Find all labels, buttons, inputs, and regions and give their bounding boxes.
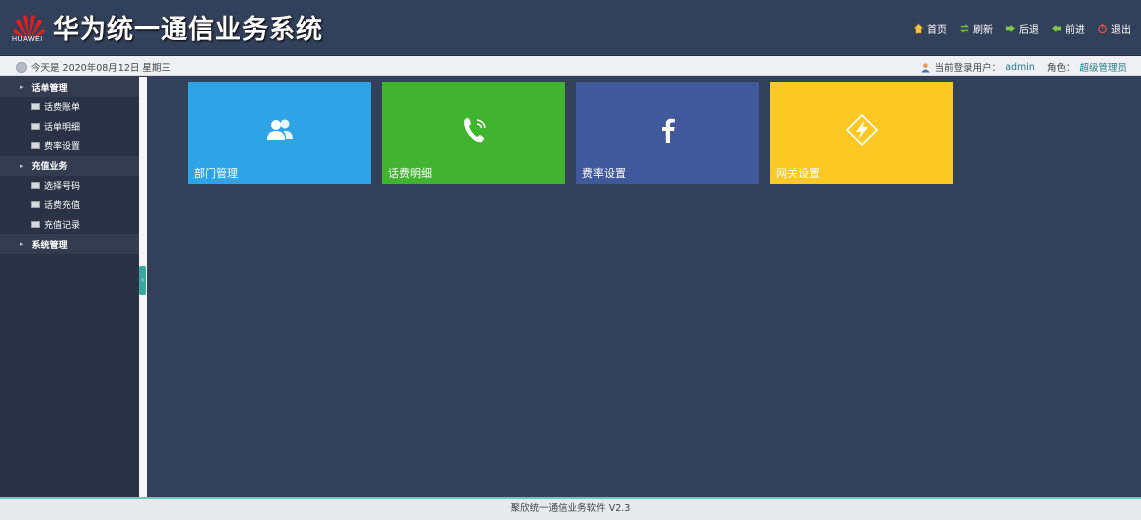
sidebar-item-bill-detail[interactable]: 话单明细 [0, 117, 139, 137]
sidebar-group-system[interactable]: ▸ 系统管理 [0, 234, 139, 254]
tile-rate-settings[interactable]: 费率设置 [576, 82, 759, 184]
user-info: 当前登录用户： admin 角色： 超级管理员 [920, 60, 1127, 74]
tile-label: 费率设置 [582, 167, 626, 180]
sidebar-group-billing[interactable]: ▸ 话单管理 [0, 77, 139, 97]
sidebar-item-topup-records[interactable]: 充值记录 [0, 215, 139, 235]
nav-refresh-label: 刷新 [973, 25, 993, 36]
role-label: 角色： [1046, 63, 1076, 74]
role-name[interactable]: 超级管理员 [1079, 60, 1127, 74]
nav-home-label: 首页 [927, 25, 947, 36]
clock-icon [16, 61, 27, 73]
forward-icon [1051, 24, 1062, 33]
sidebar-item-label: 话费账单 [44, 103, 81, 114]
sidebar-group-label: 话单管理 [31, 83, 68, 94]
nav-logout-label: 退出 [1111, 25, 1131, 36]
facebook-f-icon [662, 118, 675, 143]
users-icon [267, 119, 293, 140]
chevron-right-icon: ▸ [20, 83, 24, 91]
document-icon [31, 220, 40, 228]
refresh-icon [959, 24, 970, 33]
power-icon [1098, 23, 1107, 34]
document-icon [31, 142, 40, 150]
sidebar-item-label: 选择号码 [44, 181, 81, 192]
user-label: 当前登录用户： [934, 63, 1002, 74]
document-icon [31, 181, 40, 189]
nav-forward-button[interactable]: 前进 [1051, 21, 1085, 36]
sidebar-item-label: 话费充值 [44, 201, 81, 212]
nav-logout-button[interactable]: 退出 [1097, 21, 1131, 36]
tile-label: 网关设置 [776, 167, 820, 180]
date-display: 今天是 2020年08月12日 星期三 [16, 60, 171, 74]
top-navigation: 首页 刷新 后退 前进 退出 [913, 21, 1131, 36]
nav-back-button[interactable]: 后退 [1005, 21, 1039, 36]
sidebar-item-label: 话单明细 [44, 122, 81, 133]
chevron-right-icon: ▸ [20, 240, 24, 248]
app-header: HUAWEI 华为统一通信业务系统 首页 刷新 后退 前进 退出 [0, 0, 1141, 56]
sidebar-group-label: 系统管理 [31, 240, 68, 251]
app-title: 华为统一通信业务系统 [53, 15, 324, 45]
back-icon [1005, 24, 1016, 33]
footer: 聚欣统一通信业务软件 V2.3 [0, 497, 1141, 520]
tile-call-charge-detail[interactable]: 话费明细 [382, 82, 565, 184]
footer-text: 聚欣统一通信业务软件 V2.3 [510, 503, 631, 514]
logo-text: HUAWEI [12, 36, 43, 43]
document-icon [31, 122, 40, 130]
tile-label: 部门管理 [194, 167, 238, 180]
nav-home-button[interactable]: 首页 [913, 21, 947, 36]
tile-department-management[interactable]: 部门管理 [188, 82, 371, 184]
sidebar-item-label: 充值记录 [44, 220, 81, 231]
document-icon [31, 201, 40, 209]
home-icon [913, 23, 924, 34]
nav-forward-label: 前进 [1065, 25, 1085, 36]
nav-refresh-button[interactable]: 刷新 [959, 21, 993, 36]
tile-gateway-settings[interactable]: 网关设置 [770, 82, 953, 184]
chevron-right-icon: ▸ [20, 161, 24, 170]
sidebar-group-recharge[interactable]: ▸ 充值业务 [0, 155, 139, 176]
user-name[interactable]: admin [1005, 62, 1035, 73]
sidebar: ▸ 话单管理 话费账单 话单明细 费率设置 ▸ 充值业务 选择号码 话费充值 充… [0, 77, 139, 497]
phone-icon [464, 118, 486, 143]
nav-back-label: 后退 [1019, 25, 1039, 36]
sidebar-item-bill[interactable]: 话费账单 [0, 97, 139, 117]
sidebar-group-label: 充值业务 [31, 162, 68, 172]
sidebar-item-rate-settings[interactable]: 费率设置 [0, 136, 139, 156]
sidebar-collapse-handle[interactable]: ‹ [139, 266, 146, 295]
status-bar: 今天是 2020年08月12日 星期三 当前登录用户： admin 角色： 超级… [0, 56, 1141, 76]
date-text: 今天是 2020年08月12日 星期三 [31, 63, 171, 74]
tile-label: 话费明细 [388, 167, 432, 180]
sidebar-item-topup[interactable]: 话费充值 [0, 195, 139, 215]
lightning-diamond-icon [846, 114, 878, 146]
sidebar-item-label: 费率设置 [44, 142, 81, 153]
sidebar-item-select-number[interactable]: 选择号码 [0, 176, 139, 196]
user-icon [921, 62, 930, 73]
document-icon [31, 103, 40, 111]
